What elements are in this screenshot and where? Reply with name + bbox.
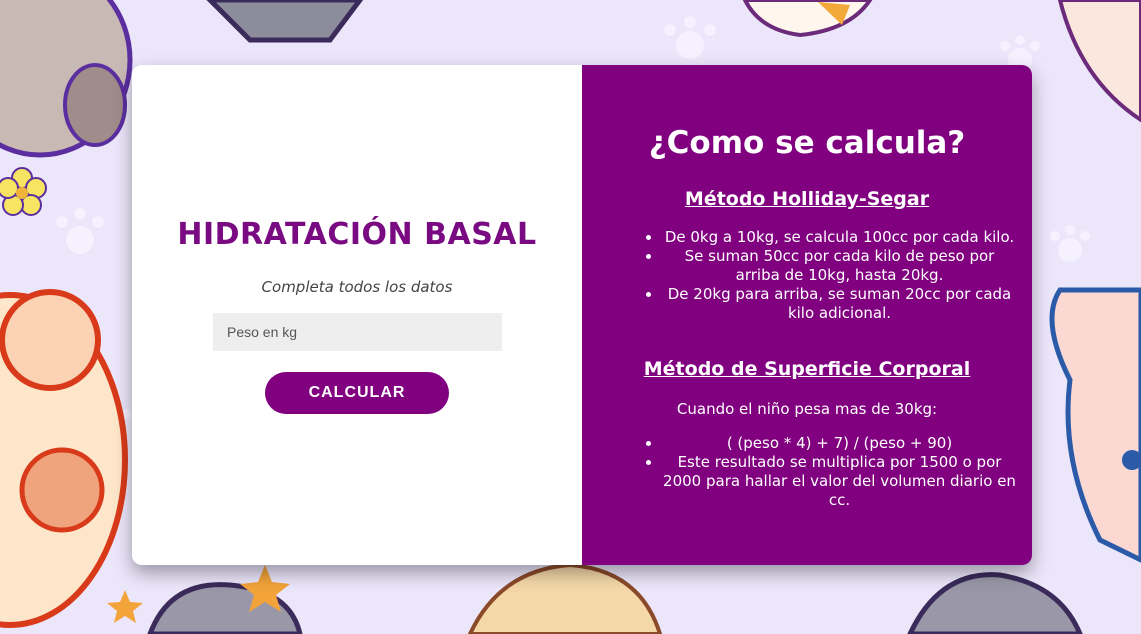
method-holliday-segar-title: Método Holliday-Segar — [684, 188, 930, 210]
list-item: De 20kg para arriba, se suman 20cc por c… — [662, 285, 1017, 323]
list-item: De 0kg a 10kg, se calcula 100cc por cada… — [662, 228, 1017, 247]
explanation-title: ¿Como se calcula? — [648, 125, 966, 161]
page-title: HIDRATACIÓN BASAL — [177, 217, 537, 252]
list-item: Se suman 50cc por cada kilo de peso por … — [662, 247, 1017, 285]
list-item: Este resultado se multiplica por 1500 o … — [662, 453, 1017, 510]
body-surface-list: ( (peso * 4) + 7) / (peso + 90) Este res… — [642, 434, 1017, 510]
form-instructions: Completa todos los datos — [261, 278, 453, 296]
calculate-button[interactable]: CALCULAR — [265, 372, 449, 414]
weight-input[interactable] — [213, 313, 502, 351]
holliday-segar-list: De 0kg a 10kg, se calcula 100cc por cada… — [642, 228, 1017, 323]
calculator-form-panel: HIDRATACIÓN BASAL Completa todos los dat… — [132, 65, 582, 565]
list-item: ( (peso * 4) + 7) / (peso + 90) — [662, 434, 1017, 453]
method-body-surface-title: Método de Superficie Corporal — [643, 358, 971, 380]
body-surface-condition: Cuando el niño pesa mas de 30kg: — [676, 400, 938, 418]
explanation-panel: ¿Como se calcula? Método Holliday-Segar … — [582, 65, 1032, 565]
calculator-card: HIDRATACIÓN BASAL Completa todos los dat… — [132, 65, 1032, 565]
